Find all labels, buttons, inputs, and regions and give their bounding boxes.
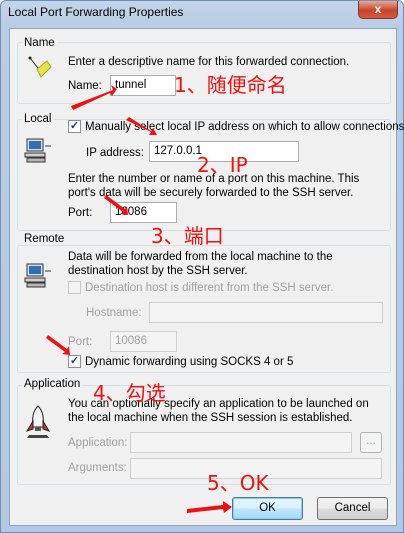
arrow-step-1 [71,85,117,110]
annotation-arrows [46,85,232,513]
arrow-step-5 [187,501,232,513]
arrow-step-2 [126,117,157,135]
arrow-step-3 [104,195,128,215]
dialog-window: Local Port Forwarding Properties x Name … [0,0,404,533]
arrow-step-4 [46,335,70,355]
